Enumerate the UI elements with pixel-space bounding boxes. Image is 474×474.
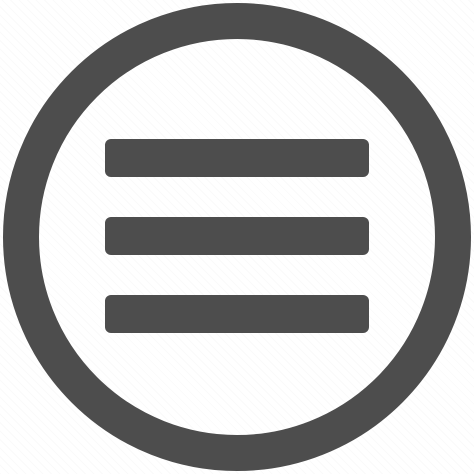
menu-line-top (105, 139, 369, 177)
menu-line-bottom (105, 295, 369, 333)
hamburger-menu-circle-icon[interactable] (0, 0, 474, 474)
menu-button[interactable] (0, 0, 474, 474)
menu-line-middle (105, 217, 369, 255)
